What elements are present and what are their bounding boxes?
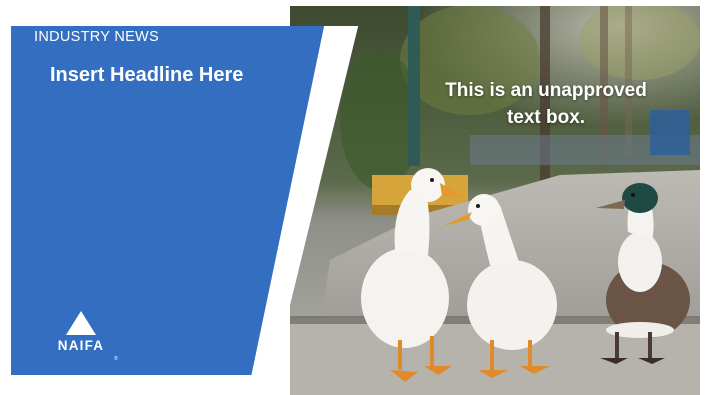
registered-mark: ® (114, 356, 118, 362)
unapproved-text-box[interactable]: This is an unapproved text box. (420, 77, 672, 131)
logo-wordmark: NAIFA (57, 338, 105, 353)
slide-canvas: INDUSTRY NEWS Insert Headline Here This … (0, 0, 707, 395)
category-label: INDUSTRY NEWS (34, 29, 160, 45)
headline-placeholder[interactable]: Insert Headline Here (50, 64, 243, 87)
overlay-line-2: text box. (506, 107, 586, 128)
triangle-icon (66, 311, 96, 335)
naifa-logo: NAIFA ® (47, 311, 123, 367)
overlay-line-1: This is an unapproved (445, 80, 647, 101)
